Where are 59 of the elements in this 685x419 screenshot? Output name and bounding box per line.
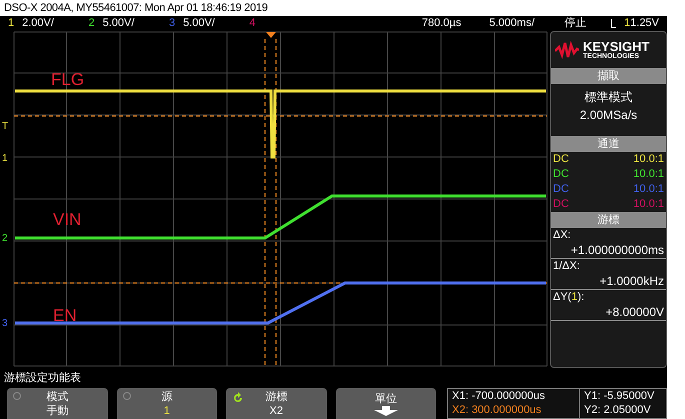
reading-value: +1.0000kHz xyxy=(598,274,664,289)
channel-number: 1 xyxy=(8,16,14,32)
reading-label: ΔX: xyxy=(553,228,572,243)
channel-scale: 5.00V/ xyxy=(102,16,134,32)
softkey-value: X2 xyxy=(270,404,283,418)
probe-ratio: 10.0:1 xyxy=(633,182,664,197)
probe-ratio: 10.0:1 xyxy=(633,152,664,167)
channel-marker: T xyxy=(2,120,8,134)
channel-marker: 3 xyxy=(2,317,8,331)
down-arrow-icon xyxy=(374,406,398,416)
section-header: 游標 xyxy=(551,212,666,228)
probe-ratio: 10.0:1 xyxy=(633,167,664,182)
section-header: 擷取 xyxy=(551,68,666,84)
channel-number: 3 xyxy=(168,16,176,32)
softkey-button[interactable]: 單位 xyxy=(336,388,436,419)
section-header: 通道 xyxy=(551,136,666,152)
reading-value: +8.00000V xyxy=(604,305,664,320)
reading-label: ): xyxy=(577,290,584,305)
reading-channel: 1 xyxy=(571,290,578,305)
trigger-edge-icon xyxy=(610,19,616,28)
trace-label: VIN xyxy=(53,209,82,231)
trigger-marker-icon xyxy=(266,32,276,38)
cursor-x-reading: X2: 300.000000us xyxy=(452,403,542,417)
cursor-x-reading: X1: -700.000000us xyxy=(452,389,546,403)
softkey-button[interactable]: 模式 手動 xyxy=(7,388,108,419)
menu-title: 游標設定功能表 xyxy=(3,370,82,386)
reading-value: +1.000000000ms xyxy=(570,243,664,258)
trigger-level: 1.25V xyxy=(630,16,660,32)
channel-marker: 2 xyxy=(2,232,8,246)
channel-marker: 1 xyxy=(2,152,8,166)
delay-value: 780.0µs xyxy=(422,16,462,32)
window-title: DSO-X 2004A, MY55461007: Mon Apr 01 18:46:19 2019 xyxy=(3,1,269,16)
logo-icon xyxy=(555,41,579,59)
channel-coupling: DC xyxy=(553,167,569,182)
reading-label: 1/ΔX: xyxy=(553,259,581,274)
channel-number: 2 xyxy=(88,16,95,32)
softkey-value: 手動 xyxy=(46,404,68,418)
softkey-button[interactable]: 源 1 xyxy=(116,388,217,419)
channel-number: 4 xyxy=(249,16,256,32)
softkey-value: 1 xyxy=(164,404,170,418)
softkey-button[interactable]: 游標 X2 xyxy=(226,388,326,419)
acquire-mode: 標準模式 xyxy=(584,89,634,106)
reading-label: ΔY( xyxy=(553,290,572,305)
timebase-value: 5.000ms/ xyxy=(489,16,534,32)
channel-scale: 2.00V/ xyxy=(22,16,54,32)
trace-label: EN xyxy=(53,305,77,327)
run-state: 停止 xyxy=(564,16,586,32)
trace-label: FLG xyxy=(51,69,84,91)
channel-coupling: DC xyxy=(553,152,569,167)
cursor-y-reading: Y1: -5.95000V xyxy=(584,389,656,403)
rotate-icon xyxy=(231,391,245,405)
trigger-source: 1 xyxy=(624,16,630,32)
channel-coupling: DC xyxy=(553,197,569,212)
channel-scale: 5.00V/ xyxy=(183,16,215,32)
probe-ratio: 10.0:1 xyxy=(633,197,664,212)
cursor-y-reading: Y2: 2.05000V xyxy=(584,403,652,417)
sample-rate: 2.00MSa/s xyxy=(578,107,638,124)
channel-coupling: DC xyxy=(553,182,569,197)
brand-name: KEYSIGHT xyxy=(583,40,650,53)
